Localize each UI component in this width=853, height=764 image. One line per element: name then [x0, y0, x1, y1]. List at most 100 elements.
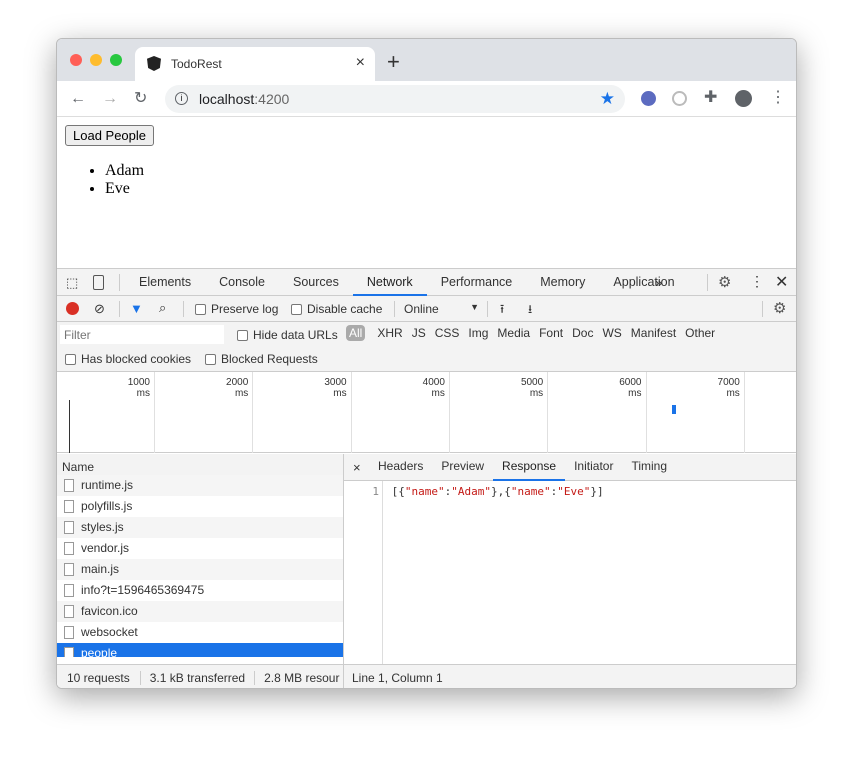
- request-row[interactable]: polyfills.js: [57, 496, 343, 517]
- detail-tab-response[interactable]: Response: [493, 454, 566, 481]
- file-icon: [64, 563, 74, 576]
- profile-icon[interactable]: [735, 90, 752, 107]
- request-name: info?t=1596465369475: [81, 583, 205, 597]
- request-row[interactable]: styles.js: [57, 517, 343, 538]
- export-har-icon[interactable]: ⭳: [528, 300, 532, 321]
- people-list: Adam Eve: [105, 162, 144, 198]
- tab-network[interactable]: Network: [352, 269, 427, 296]
- extension-icon-2[interactable]: [672, 91, 687, 106]
- request-row[interactable]: people: [57, 643, 343, 657]
- tab-application[interactable]: Application: [599, 269, 688, 296]
- record-icon[interactable]: [66, 302, 79, 315]
- kebab-menu-icon[interactable]: ⋮: [750, 273, 764, 290]
- address-bar: ← → ↻ i localhost:4200 ★ ✚ ⋮: [57, 81, 796, 117]
- network-settings-icon[interactable]: ⚙: [773, 299, 786, 317]
- extension-icon[interactable]: [641, 91, 656, 106]
- close-tab-icon[interactable]: ×: [356, 54, 365, 72]
- file-icon: [64, 626, 74, 639]
- detail-tab-headers[interactable]: Headers: [369, 454, 432, 481]
- timeline-gridline: [645, 372, 647, 453]
- filter-type-manifest[interactable]: Manifest: [628, 325, 679, 341]
- minimize-window-button[interactable]: [90, 54, 102, 66]
- timeline-gridline: [448, 372, 450, 453]
- angular-icon: [147, 56, 161, 71]
- back-icon[interactable]: ←: [70, 91, 86, 107]
- reload-icon[interactable]: ↻: [134, 91, 147, 107]
- request-row[interactable]: favicon.ico: [57, 601, 343, 622]
- search-icon[interactable]: ⌕: [159, 300, 166, 316]
- timeline-overview[interactable]: 1000 ms 2000 ms 3000 ms 4000 ms 5000 ms 6000 …: [57, 372, 796, 453]
- filter-type-all[interactable]: All: [346, 325, 366, 341]
- network-toolbar: ⊘ ▼ ⌕ Preserve log Disable cache Online ▼…: [57, 296, 796, 322]
- transferred-size: 3.1 kB transferred: [149, 671, 246, 685]
- filter-type-doc[interactable]: Doc: [569, 325, 596, 341]
- disable-cache-checkbox[interactable]: Disable cache: [291, 302, 382, 316]
- detail-tab-initiator[interactable]: Initiator: [565, 454, 622, 481]
- filter-type-js[interactable]: JS: [409, 325, 429, 341]
- new-tab-icon[interactable]: +: [387, 49, 400, 75]
- request-count: 10 requests: [67, 671, 130, 685]
- hide-data-urls-checkbox[interactable]: Hide data URLs: [237, 328, 338, 342]
- file-icon: [64, 479, 74, 492]
- bookmark-star-icon[interactable]: ★: [600, 89, 615, 109]
- tab-console[interactable]: Console: [205, 269, 279, 296]
- request-row[interactable]: vendor.js: [57, 538, 343, 559]
- menu-icon[interactable]: ⋮: [770, 90, 786, 106]
- close-window-button[interactable]: [70, 54, 82, 66]
- timeline-tick: 3000 ms: [324, 377, 347, 399]
- line-number: 1: [372, 485, 379, 498]
- url-port: :4200: [254, 91, 290, 107]
- filter-type-xhr[interactable]: XHR: [374, 325, 405, 341]
- detail-tab-preview[interactable]: Preview: [432, 454, 493, 481]
- request-row[interactable]: websocket: [57, 622, 343, 643]
- maximize-window-button[interactable]: [110, 54, 122, 66]
- cursor-position: Line 1, Column 1: [344, 664, 796, 688]
- blocked-requests-checkbox[interactable]: Blocked Requests: [205, 352, 318, 366]
- filter-type-css[interactable]: CSS: [432, 325, 463, 341]
- browser-tab[interactable]: TodoRest ×: [135, 47, 375, 81]
- filter-type-other[interactable]: Other: [682, 325, 718, 341]
- response-panel: × Headers Preview Response Initiator Timing …: [344, 454, 796, 688]
- load-people-button[interactable]: Load People: [65, 125, 155, 146]
- filter-type-font[interactable]: Font: [536, 325, 566, 341]
- filter-type-ws[interactable]: WS: [599, 325, 624, 341]
- devtools-tabbar: ⬚ Elements Console Sources Network Performan…: [57, 269, 796, 296]
- filter-bar: Hide data URLs All XHRJSCSSImgMediaFontDo…: [57, 322, 796, 372]
- filter-type-img[interactable]: Img: [465, 325, 491, 341]
- tab-sources[interactable]: Sources: [279, 269, 353, 296]
- settings-icon[interactable]: ⚙: [718, 273, 731, 291]
- more-tabs-icon[interactable]: »: [655, 275, 662, 290]
- request-row[interactable]: runtime.js: [57, 475, 343, 496]
- tab-elements[interactable]: Elements: [125, 269, 205, 296]
- request-name: polyfills.js: [81, 499, 133, 513]
- list-item: Eve: [105, 180, 144, 198]
- request-row[interactable]: main.js: [57, 559, 343, 580]
- has-blocked-cookies-checkbox[interactable]: Has blocked cookies: [65, 352, 191, 366]
- close-devtools-icon[interactable]: ✕: [775, 272, 788, 292]
- detail-tab-timing[interactable]: Timing: [622, 454, 676, 481]
- inspect-icon[interactable]: ⬚: [66, 275, 78, 291]
- url-input[interactable]: i localhost:4200 ★: [165, 85, 625, 113]
- page-content: Load People Adam Eve: [57, 117, 796, 268]
- filter-icon[interactable]: ▼: [130, 301, 143, 316]
- device-toggle-icon[interactable]: [93, 275, 104, 290]
- timeline-gridline: [252, 372, 254, 453]
- import-har-icon[interactable]: ⭱: [500, 300, 504, 321]
- filter-input[interactable]: [60, 325, 224, 344]
- url-host: localhost: [199, 91, 255, 107]
- list-item: Adam: [105, 162, 144, 180]
- forward-icon[interactable]: →: [102, 91, 118, 107]
- filter-type-media[interactable]: Media: [494, 325, 533, 341]
- puzzle-icon[interactable]: ✚: [704, 90, 717, 106]
- timeline-tick: 1000 ms: [127, 377, 150, 399]
- file-icon: [64, 584, 74, 597]
- close-detail-icon[interactable]: ×: [353, 460, 361, 475]
- timeline-gridline: [743, 372, 745, 453]
- tab-memory[interactable]: Memory: [526, 269, 599, 296]
- preserve-log-checkbox[interactable]: Preserve log: [195, 302, 278, 316]
- clear-icon[interactable]: ⊘: [94, 301, 105, 317]
- browser-window: TodoRest × + ← → ↻ i localhost:4200 ★ ✚ …: [56, 38, 797, 689]
- tab-performance[interactable]: Performance: [427, 269, 527, 296]
- request-row[interactable]: info?t=1596465369475: [57, 580, 343, 601]
- throttle-select[interactable]: Online ▼: [404, 302, 479, 316]
